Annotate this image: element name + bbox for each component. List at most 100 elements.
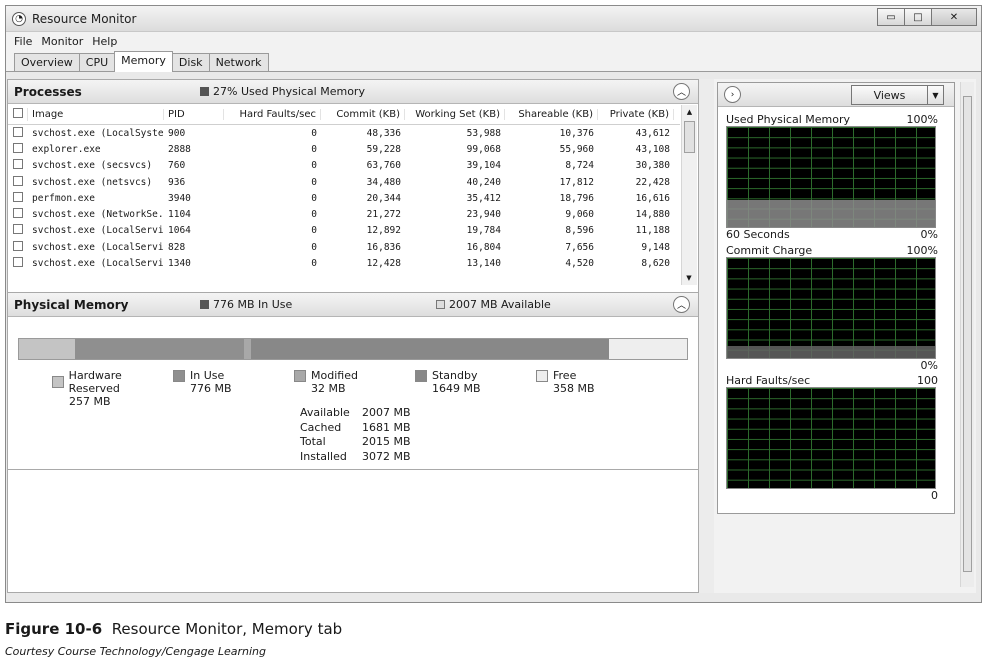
tab-memory[interactable]: Memory <box>114 51 173 72</box>
column-hard-faults[interactable]: Hard Faults/sec <box>224 109 321 120</box>
column-commit[interactable]: Commit (KB) <box>321 109 405 120</box>
column-image[interactable]: Image <box>28 109 164 120</box>
physical-memory-section: Physical Memory 776 MB In Use 2007 MB Av… <box>8 292 698 470</box>
cell-hard-faults: 0 <box>311 127 317 139</box>
legend-color-box <box>536 369 548 382</box>
collapse-processes-icon[interactable]: ︿ <box>673 83 690 100</box>
cell-working-set: 40,240 <box>466 176 501 188</box>
row-checkbox[interactable] <box>8 224 28 237</box>
row-checkbox[interactable] <box>8 159 28 172</box>
cell-hard-faults: 0 <box>311 225 317 237</box>
cell-private: 9,148 <box>641 241 670 253</box>
menu-file[interactable]: File <box>14 35 32 48</box>
courtesy-line: Courtesy Course Technology/Cengage Learn… <box>5 645 266 658</box>
available-legend-text: 2007 MB Available <box>449 298 551 311</box>
table-row[interactable]: svchost.exe (LocalServic... 1340 0 12,428 13… <box>8 255 680 271</box>
tab-cpu[interactable]: CPU <box>78 53 116 71</box>
stat-cached: Cached 1681 MB <box>300 421 411 436</box>
column-working-set[interactable]: Working Set (KB) <box>405 109 505 120</box>
menu-help[interactable]: Help <box>92 35 117 48</box>
column-private[interactable]: Private (KB) <box>598 109 674 120</box>
tab-network[interactable]: Network <box>208 53 269 71</box>
table-row[interactable]: perfmon.exe 3940 0 20,344 35,412 18,796 16,616 <box>8 190 680 206</box>
maximize-button[interactable]: □ <box>904 8 932 26</box>
collapse-physical-memory-icon[interactable]: ︿ <box>673 296 690 313</box>
cell-private: 16,616 <box>635 192 670 204</box>
row-checkbox[interactable] <box>8 142 28 156</box>
column-shareable[interactable]: Shareable (KB) <box>505 109 598 120</box>
processes-scrollbar[interactable]: ▲ ▼ <box>681 105 697 285</box>
scroll-up-icon[interactable]: ▲ <box>682 105 697 119</box>
legend-value: 32 MB <box>311 382 346 395</box>
row-checkbox[interactable] <box>8 257 28 270</box>
minimize-button[interactable]: ▭ <box>877 8 905 26</box>
cell-image: svchost.exe (LocalService) <box>32 225 164 237</box>
table-row[interactable]: svchost.exe (NetworkSe... 1104 0 21,272 23,9… <box>8 206 680 222</box>
close-button[interactable]: ✕ <box>931 8 977 26</box>
legend-in-use: In Use 776 MB <box>173 369 294 408</box>
legend-hardware-reserved: Hardware Reserved 257 MB <box>52 369 173 408</box>
stat-total: Total 2015 MB <box>300 435 411 450</box>
table-header: Image PID Hard Faults/sec Commit (KB) Wo… <box>8 105 680 125</box>
cell-pid: 3940 <box>168 192 191 204</box>
tab-overview[interactable]: Overview <box>14 53 80 71</box>
stat-value: 3072 MB <box>362 449 411 463</box>
legend-value: 257 MB <box>69 395 111 408</box>
scroll-thumb[interactable] <box>684 121 695 153</box>
graphs-header: › Views ▼ <box>718 83 954 107</box>
cell-private: 11,188 <box>635 225 670 237</box>
row-checkbox[interactable] <box>8 240 28 254</box>
stat-value: 2007 MB <box>362 406 411 419</box>
cell-hard-faults: 0 <box>311 258 317 270</box>
table-row[interactable]: svchost.exe (LocalService) 1064 0 12,892 19,… <box>8 223 680 239</box>
views-dropdown[interactable]: Views ▼ <box>851 85 944 105</box>
graph-canvas <box>726 387 936 489</box>
row-checkbox[interactable] <box>8 191 28 205</box>
memory-bar-modified <box>243 339 251 359</box>
tab-disk[interactable]: Disk <box>171 53 210 71</box>
cell-private: 43,612 <box>635 127 670 139</box>
cell-commit: 16,836 <box>366 241 401 253</box>
cell-pid: 2888 <box>168 143 191 155</box>
title-bar: ◔ Resource Monitor ▭ □ ✕ <box>6 6 981 32</box>
table-row[interactable]: explorer.exe 2888 0 59,228 99,068 55,960 43,10… <box>8 141 680 157</box>
cell-pid: 760 <box>168 160 186 172</box>
memory-bar-hardware-reserved <box>19 339 75 359</box>
right-scrollbar[interactable] <box>960 82 974 587</box>
resource-monitor-icon: ◔ <box>12 11 26 26</box>
cell-commit: 12,892 <box>366 225 401 237</box>
row-checkbox[interactable] <box>8 175 28 189</box>
cell-image: svchost.exe (LocalServic... <box>32 241 164 253</box>
cell-shareable: 18,796 <box>559 192 594 204</box>
table-row[interactable]: svchost.exe (LocalServic... 828 0 16,836 16,… <box>8 239 680 255</box>
scroll-down-icon[interactable]: ▼ <box>682 271 696 285</box>
table-row[interactable]: svchost.exe (secsvcs) 760 0 63,760 39,104 8,7… <box>8 158 680 174</box>
column-pid[interactable]: PID <box>164 109 224 120</box>
cell-private: 8,620 <box>641 258 670 270</box>
memory-legend: Hardware Reserved 257 MB In Use 776 MB Modif… <box>52 369 657 408</box>
menu-monitor[interactable]: Monitor <box>41 35 83 48</box>
row-checkbox[interactable] <box>8 208 28 221</box>
graph-fill <box>727 200 935 227</box>
expand-panel-icon[interactable]: › <box>724 86 741 103</box>
table-row[interactable]: svchost.exe (netsvcs) 936 0 34,480 40,240 17,… <box>8 174 680 190</box>
cell-shareable: 7,656 <box>565 241 594 253</box>
row-checkbox[interactable] <box>8 126 28 140</box>
graph-foot-left: 60 Seconds <box>726 228 790 241</box>
table-row[interactable]: svchost.exe (LocalSyste... 900 0 48,336 53,9… <box>8 125 680 141</box>
right-scroll-thumb[interactable] <box>963 96 972 572</box>
cell-image: svchost.exe (LocalSyste... <box>32 127 164 139</box>
cell-image: svchost.exe (LocalServic... <box>32 258 164 270</box>
stat-label: Cached <box>300 420 342 434</box>
physical-memory-header[interactable]: Physical Memory 776 MB In Use 2007 MB Av… <box>8 293 698 317</box>
cell-shareable: 9,060 <box>565 209 594 221</box>
pane-splitter[interactable] <box>699 79 714 593</box>
chevron-down-icon[interactable]: ▼ <box>927 86 943 104</box>
cell-working-set: 19,784 <box>466 225 501 237</box>
legend-name: Hardware Reserved <box>68 369 122 395</box>
stat-value: 1681 MB <box>362 420 411 434</box>
processes-header[interactable]: Processes 27% Used Physical Memory ︿ <box>8 80 698 104</box>
memory-bar-standby <box>250 339 610 359</box>
select-all-checkbox[interactable] <box>8 108 28 121</box>
cell-shareable: 4,520 <box>565 258 594 270</box>
